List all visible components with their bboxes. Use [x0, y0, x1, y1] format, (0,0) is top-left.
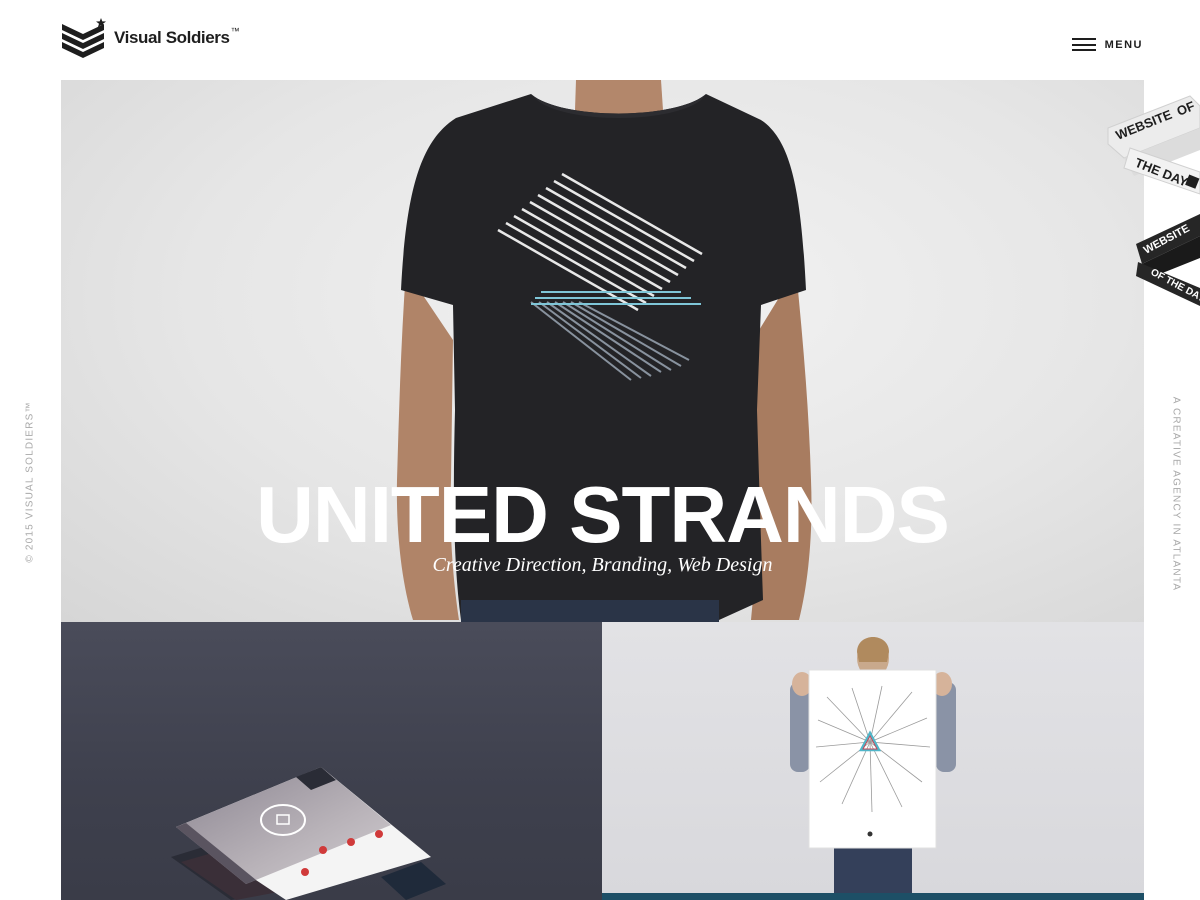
hero-title-text: UNITED STRANDS — [256, 470, 950, 559]
menu-label: MENU — [1104, 38, 1143, 51]
copyright-text: © 2015 VISUAL SOLDIERS™ — [24, 401, 36, 563]
hero-project-united-strands[interactable]: UNITED STRANDS Creative Direction, Brand… — [61, 80, 1144, 622]
agency-tagline: A CREATIVE AGENCY IN ATLANTA — [1170, 396, 1182, 592]
website-mockup-image — [171, 767, 446, 900]
project-tile-poster[interactable] — [602, 622, 1144, 900]
award-ribbon-icon: WEBSITE OF THE DAY — [1136, 214, 1200, 306]
menu-button[interactable]: MENU — [1071, 38, 1143, 51]
brand-name: Visual Soldiers™ — [114, 26, 240, 48]
project-tile-website-mockup[interactable] — [61, 622, 602, 900]
hamburger-icon — [1071, 38, 1096, 51]
poster-person-image — [602, 637, 1144, 900]
brand-name-text: Visual Soldiers — [114, 28, 230, 47]
hero-subtitle: Creative Direction, Branding, Web Design — [432, 554, 773, 576]
trademark-symbol: ™ — [230, 26, 240, 36]
brand-logo[interactable]: Visual Soldiers™ — [61, 18, 240, 58]
hero-title: UNITED STRANDS — [61, 475, 1144, 555]
chevron-stripes-star-icon — [62, 18, 106, 58]
website-of-the-day-badge-2[interactable]: WEBSITE OF THE DAY — [1134, 206, 1200, 306]
award-ribbon-icon: WEBSITE OF THE DAY — [1107, 95, 1200, 195]
website-of-the-day-badge-1[interactable]: WEBSITE OF THE DAY — [1104, 88, 1200, 198]
